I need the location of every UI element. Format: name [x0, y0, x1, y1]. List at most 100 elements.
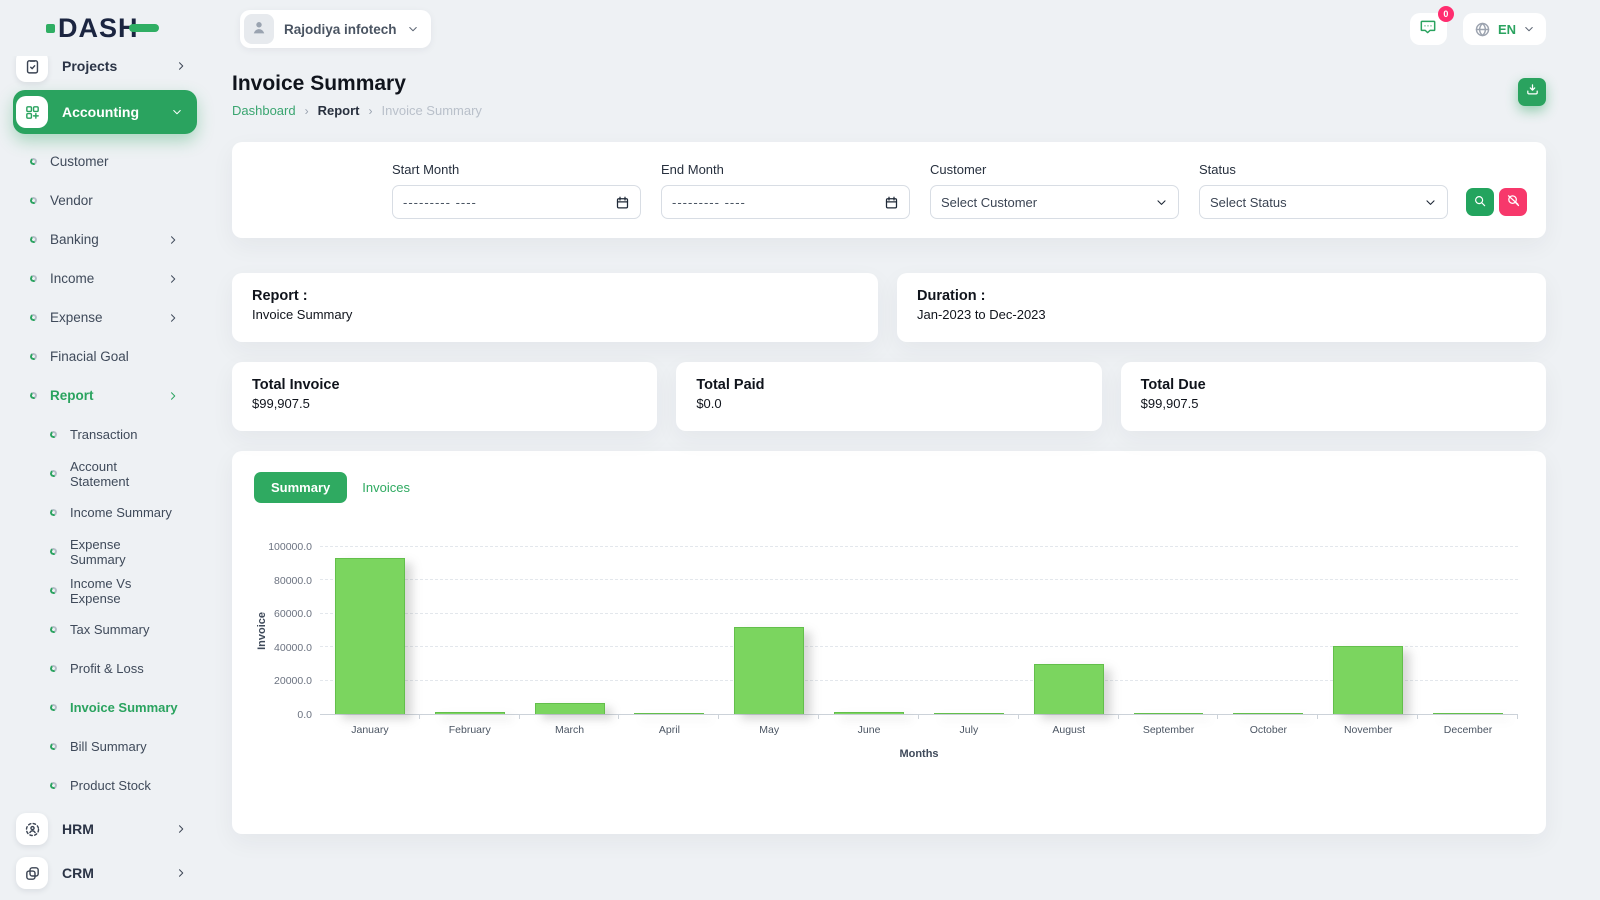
sidebar-item-finacial-goal[interactable]: Finacial Goal	[13, 337, 197, 376]
duration-card: Duration : Jan-2023 to Dec-2023	[897, 273, 1546, 342]
breadcrumb-item-1[interactable]: Dashboard	[232, 103, 296, 118]
report-info-row: Report : Invoice Summary Duration : Jan-…	[232, 273, 1546, 342]
crm-icon-box	[16, 857, 48, 889]
sidebar-item-customer[interactable]: Customer	[13, 142, 197, 181]
main-area: Rajodiya infotech 0 EN Invoice Summary D…	[210, 0, 1600, 900]
sidebar-item-account-statement[interactable]: Account Statement	[13, 454, 197, 493]
sidebar-item-product-stock[interactable]: Product Stock	[13, 766, 197, 805]
sidebar-item-label: Invoice Summary	[70, 700, 178, 715]
search-off-icon	[1506, 193, 1521, 208]
sidebar-item-expense[interactable]: Expense	[13, 298, 197, 337]
end-month-field: End Month --------- ----	[661, 162, 910, 219]
sidebar-item-income-vs-expense[interactable]: Income Vs Expense	[13, 571, 197, 610]
x-tick-label: April	[619, 724, 719, 736]
sidebar-item-label: Product Stock	[70, 778, 151, 793]
sidebar-item-bill-summary[interactable]: Bill Summary	[13, 727, 197, 766]
bar-october	[1233, 713, 1303, 714]
breadcrumb-item-2[interactable]: Report	[318, 103, 360, 118]
bullet-icon	[29, 313, 38, 322]
sidebar-item-report[interactable]: Report	[13, 376, 197, 415]
bullet-icon	[49, 781, 58, 790]
chevron-down-icon	[1155, 196, 1168, 209]
language-selector[interactable]: EN	[1463, 13, 1546, 45]
company-selector[interactable]: Rajodiya infotech	[240, 10, 431, 48]
y-tick-label: 60000.0	[274, 608, 312, 620]
download-button[interactable]	[1518, 78, 1546, 106]
start-month-field: Start Month --------- ----	[392, 162, 641, 219]
x-tick-label: January	[320, 724, 420, 736]
y-axis-title-text: Invoice	[256, 612, 268, 650]
search-icon	[1473, 194, 1487, 208]
sidebar-item-expense-summary[interactable]: Expense Summary	[13, 532, 197, 571]
x-tick-label: March	[520, 724, 620, 736]
status-select[interactable]: Select Status	[1199, 185, 1448, 219]
sidebar-item-label: Transaction	[70, 427, 137, 442]
sidebar-item-invoice-summary[interactable]: Invoice Summary	[13, 688, 197, 727]
sidebar-item-income-summary[interactable]: Income Summary	[13, 493, 197, 532]
chart-slot-october	[1218, 547, 1318, 714]
tab-summary[interactable]: Summary	[254, 472, 347, 503]
sidebar-item-label: Banking	[50, 232, 99, 247]
bullet-icon	[29, 157, 38, 166]
sidebar-item-profit-loss[interactable]: Profit & Loss	[13, 649, 197, 688]
sidebar-item-crm[interactable]: CRM	[13, 853, 197, 893]
sidebar-item-banking[interactable]: Banking	[13, 220, 197, 259]
bullet-icon	[49, 625, 58, 634]
bar-july	[934, 713, 1004, 715]
chevron-right-icon	[175, 823, 187, 835]
stat-value: $0.0	[696, 396, 1081, 411]
sidebar-item-transaction[interactable]: Transaction	[13, 415, 197, 454]
download-icon	[1525, 82, 1540, 97]
bullet-icon	[49, 742, 58, 751]
sidebar-item-label: Expense	[50, 310, 103, 325]
customer-select[interactable]: Select Customer	[930, 185, 1179, 219]
start-month-placeholder: --------- ----	[403, 195, 477, 210]
sidebar-item-label: Accounting	[62, 104, 139, 120]
page-title: Invoice Summary	[232, 72, 482, 96]
tab-invoices[interactable]: Invoices	[362, 480, 410, 495]
sidebar-item-tax-summary[interactable]: Tax Summary	[13, 610, 197, 649]
hrm-icon	[24, 821, 41, 838]
chart-slot-april	[619, 547, 719, 714]
bullet-icon	[29, 352, 38, 361]
end-month-input[interactable]: --------- ----	[661, 185, 910, 219]
sidebar-item-label: Account Statement	[70, 459, 179, 489]
bullet-icon	[49, 547, 58, 556]
chevron-right-icon	[167, 234, 179, 246]
breadcrumb-separator-icon: ›	[369, 104, 373, 118]
reset-filter-button[interactable]	[1499, 188, 1527, 216]
messages-button[interactable]: 0	[1410, 13, 1447, 45]
start-month-input[interactable]: --------- ----	[392, 185, 641, 219]
chevron-down-icon	[407, 23, 419, 35]
sidebar-item-label: Finacial Goal	[50, 349, 129, 364]
chart-slot-september	[1119, 547, 1219, 714]
chart-slot-may	[719, 547, 819, 714]
bullet-icon	[29, 196, 38, 205]
y-tick-label: 0.0	[297, 709, 312, 721]
language-label: EN	[1498, 22, 1516, 37]
y-tick-label: 80000.0	[274, 575, 312, 587]
sidebar-item-label: Vendor	[50, 193, 93, 208]
logo-text: DASH	[58, 13, 139, 44]
sidebar-item-income[interactable]: Income	[13, 259, 197, 298]
title-block: Invoice Summary Dashboard›Report›Invoice…	[232, 72, 482, 118]
stat-card-total-invoice: Total Invoice$99,907.5	[232, 362, 657, 431]
y-axis-ticks: 0.020000.040000.060000.080000.0100000.0	[270, 547, 320, 715]
status-select-value: Select Status	[1210, 195, 1287, 210]
sidebar-item-accounting[interactable]: Accounting	[13, 90, 197, 134]
sidebar-item-hrm[interactable]: HRM	[13, 809, 197, 849]
x-tick-label: September	[1119, 724, 1219, 736]
bullet-icon	[49, 586, 58, 595]
x-tick-label: February	[420, 724, 520, 736]
sidebar-item-label: CRM	[62, 865, 94, 881]
stat-card-total-due: Total Due$99,907.5	[1121, 362, 1546, 431]
apply-filter-button[interactable]	[1466, 188, 1494, 216]
breadcrumb-separator-icon: ›	[305, 104, 309, 118]
stat-label: Total Paid	[696, 377, 1081, 393]
chevron-down-icon	[1523, 23, 1535, 35]
message-icon	[1419, 18, 1437, 36]
chart-slot-february	[420, 547, 520, 714]
y-tick-label: 100000.0	[268, 541, 312, 553]
sidebar-item-vendor[interactable]: Vendor	[13, 181, 197, 220]
chart-slot-march	[520, 547, 620, 714]
